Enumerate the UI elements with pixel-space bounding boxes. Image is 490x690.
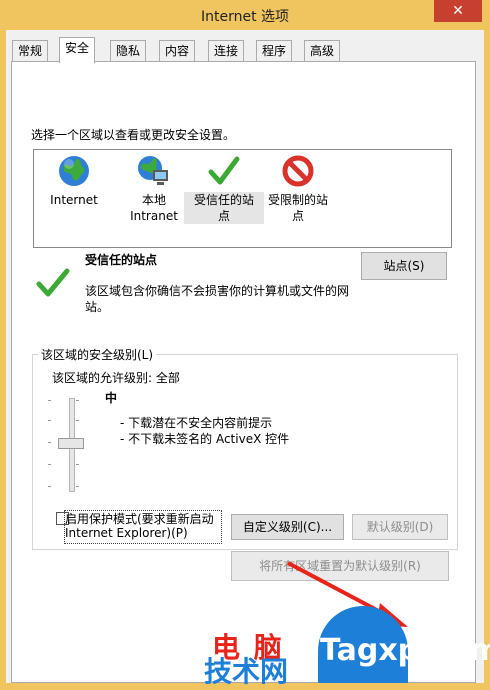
dialog-client: 常规 安全 隐私 内容 连接 程序 高级 选择一个区域以查看或更改安全设置。 I… <box>6 30 484 683</box>
globe-icon <box>59 156 89 186</box>
slider-tick <box>48 400 51 401</box>
green-check-icon <box>208 156 240 185</box>
reset-all-zones-button[interactable]: 将所有区域重置为默认级别(R) <box>231 551 449 581</box>
slider-tick <box>48 420 51 421</box>
tab-programs[interactable]: 程序 <box>256 40 293 61</box>
tab-security[interactable]: 安全 <box>59 37 96 63</box>
tab-privacy[interactable]: 隐私 <box>110 40 147 61</box>
zone-internet-label: Internet <box>50 193 98 207</box>
zone-local-intranet-label-1: 本地 <box>141 193 166 207</box>
protected-mode-label-2[interactable]: Internet Explorer)(P) <box>65 526 188 540</box>
zone-restricted-sites[interactable]: 受限制的站 点 <box>258 154 338 224</box>
tab-connections[interactable]: 连接 <box>208 40 245 61</box>
sites-button[interactable]: 站点(S) <box>361 252 447 280</box>
custom-level-button[interactable]: 自定义级别(C)... <box>231 514 344 540</box>
security-slider-thumb[interactable] <box>58 438 84 449</box>
slider-tick <box>48 442 51 443</box>
allowed-level-text: 该区域的允许级别: 全部 <box>52 371 180 385</box>
security-level-label: 该区域的安全级别(L) <box>38 346 157 363</box>
slider-tick <box>48 486 51 487</box>
zone-title: 受信任的站点 <box>85 253 158 267</box>
security-panel: 选择一个区域以查看或更改安全设置。 Internet 本地 Intranet 受… <box>11 61 476 683</box>
zone-trusted-sites-label-1: 受信任的站 <box>184 192 264 208</box>
slider-tick <box>76 420 79 421</box>
security-level-name: 中 <box>105 391 118 405</box>
zone-description-line-2: 站。 <box>85 300 110 314</box>
default-level-button[interactable]: 默认级别(D) <box>352 514 448 540</box>
slider-tick <box>48 464 51 465</box>
security-level-bullet-1: - 下载潜在不安全内容前提示 <box>120 416 273 430</box>
tab-advanced[interactable]: 高级 <box>304 40 341 61</box>
close-button[interactable]: ✕ <box>434 0 482 22</box>
red-block-icon <box>282 155 314 187</box>
zone-description-line-1: 该区域包含你确信不会损害你的计算机或文件的网 <box>85 284 350 298</box>
zone-list: Internet 本地 Intranet 受信任的站 点 受限制的站 点 <box>33 149 452 248</box>
local-intranet-icon <box>138 156 168 185</box>
zone-restricted-sites-label-1: 受限制的站 <box>267 193 328 207</box>
zone-local-intranet-label-2: Intranet <box>130 209 178 223</box>
title-bar: Internet 选项 ✕ <box>0 0 490 30</box>
protected-mode-label-1[interactable]: 启用保护模式(要求重新启动 <box>65 510 214 527</box>
zone-restricted-sites-label-2: 点 <box>291 209 304 223</box>
window-title: Internet 选项 <box>200 9 290 25</box>
tab-general[interactable]: 常规 <box>12 40 49 61</box>
tab-content[interactable]: 内容 <box>159 40 196 61</box>
zone-internet[interactable]: Internet <box>34 154 114 208</box>
zone-local-intranet[interactable]: 本地 Intranet <box>114 154 194 224</box>
zone-trusted-sites-label-2: 点 <box>184 208 264 224</box>
trusted-check-icon <box>36 268 70 297</box>
zone-prompt: 选择一个区域以查看或更改安全设置。 <box>31 128 236 142</box>
slider-tick <box>76 464 79 465</box>
zone-trusted-sites[interactable]: 受信任的站 点 <box>184 154 264 224</box>
slider-tick <box>76 400 79 401</box>
security-level-bullet-2: - 不下载未签名的 ActiveX 控件 <box>120 432 290 446</box>
slider-tick <box>76 486 79 487</box>
